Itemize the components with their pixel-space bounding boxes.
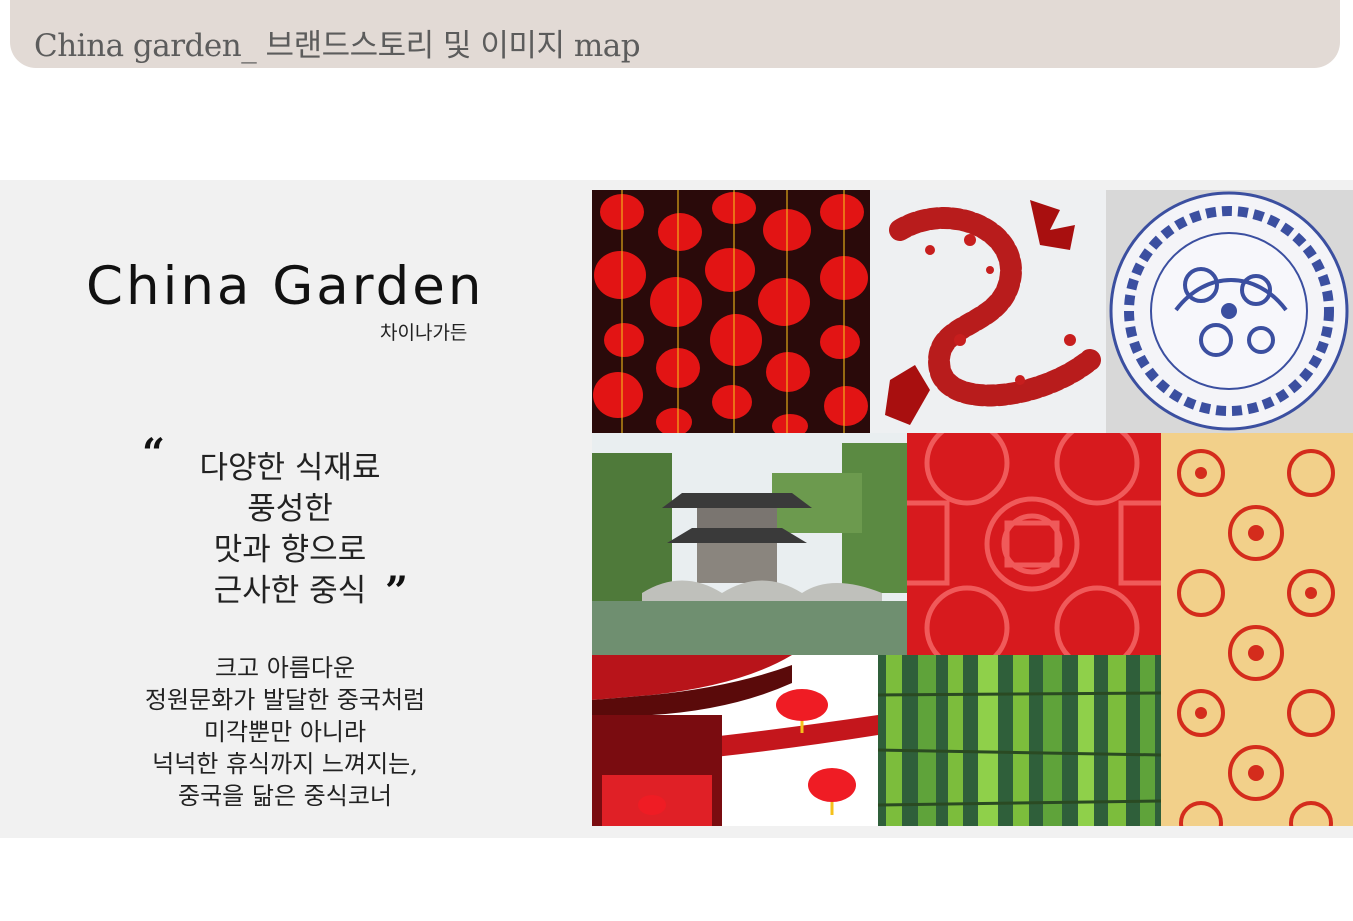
brand-korean-name: 차이나가든: [380, 322, 468, 344]
brand-slogan: 다양한 식재료 풍성한 맛과 향으로 근사한 중식: [120, 448, 460, 612]
close-quote-mark: ”: [385, 568, 409, 615]
description-line: 정원문화가 발달한 중국처럼: [144, 686, 426, 714]
red-knot-pattern-image: [907, 433, 1161, 655]
chinese-garden-pavilion-image: [592, 433, 907, 655]
red-dragon-image: [870, 190, 1106, 433]
header-bar: China garden_ 브랜드스토리 및 이미지 map: [10, 0, 1340, 68]
slogan-line: 풍성한: [247, 491, 333, 527]
description-line: 중국을 닮은 중식코너: [178, 782, 392, 810]
brand-description: 크고 아름다운 정원문화가 발달한 중국처럼 미각뿐만 아니라 넉넉한 휴식까지…: [80, 652, 490, 812]
description-line: 넉넉한 휴식까지 느껴지는,: [152, 750, 418, 778]
image-map-collage: [592, 190, 1353, 826]
brand-story-panel: China Garden 차이나가든 “ 다양한 식재료 풍성한 맛과 향으로 …: [0, 180, 1353, 838]
red-chinese-roof-image: [592, 655, 878, 826]
slogan-line: 근사한 중식: [213, 573, 367, 609]
page-title: China garden_ 브랜드스토리 및 이미지 map: [34, 28, 641, 64]
description-line: 크고 아름다운: [214, 654, 356, 682]
slogan-line: 맛과 향으로: [213, 532, 367, 568]
green-bamboo-image: [878, 655, 1161, 826]
brand-text-block: China Garden 차이나가든 “ 다양한 식재료 풍성한 맛과 향으로 …: [0, 180, 592, 838]
red-lanterns-image: [592, 190, 870, 433]
description-line: 미각뿐만 아니라: [203, 718, 367, 746]
gold-red-floral-pattern-image: [1161, 433, 1353, 826]
blue-porcelain-plate-image: [1106, 190, 1353, 433]
slogan-line: 다양한 식재료: [199, 450, 381, 486]
brand-name: China Garden: [86, 256, 485, 317]
